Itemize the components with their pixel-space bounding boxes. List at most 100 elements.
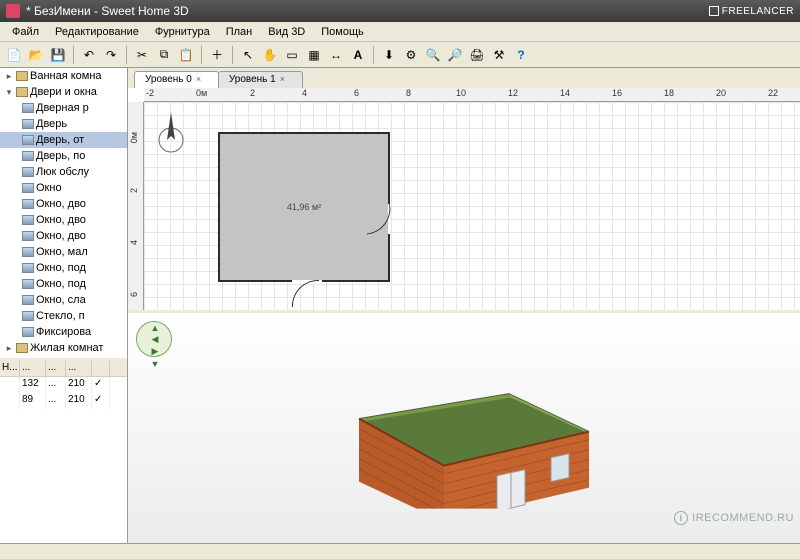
nav-down-icon[interactable]: ▼ bbox=[149, 358, 161, 370]
item-icon bbox=[22, 215, 34, 225]
catalog-item[interactable]: Дверная р bbox=[0, 100, 127, 116]
app-icon bbox=[6, 4, 20, 18]
open-button[interactable]: 📂 bbox=[26, 45, 46, 65]
3d-view[interactable]: ▲ ◀▶ ▼ bbox=[128, 313, 800, 543]
dimension-tool[interactable]: ↔ bbox=[326, 45, 346, 65]
freelancer-icon bbox=[709, 6, 719, 16]
level-tabs: Уровень 0× Уровень 1× bbox=[128, 68, 800, 88]
tool-d[interactable]: 🖨 bbox=[467, 45, 487, 65]
menu-3d[interactable]: Вид 3D bbox=[260, 24, 313, 40]
catalog-item[interactable]: Окно, под bbox=[0, 276, 127, 292]
main-area: ▸Ванная комна ▾Двери и окна Дверная р Дв… bbox=[0, 68, 800, 543]
item-icon bbox=[22, 135, 34, 145]
tool-c[interactable]: 🔎 bbox=[445, 45, 465, 65]
tab-level-1[interactable]: Уровень 1× bbox=[218, 71, 303, 88]
help-button[interactable]: ? bbox=[511, 45, 531, 65]
pan-tool[interactable]: ✋ bbox=[260, 45, 280, 65]
nav-up-icon[interactable]: ▲ bbox=[149, 322, 161, 334]
close-icon[interactable]: × bbox=[196, 74, 208, 86]
close-icon[interactable]: × bbox=[280, 74, 292, 86]
item-icon bbox=[22, 279, 34, 289]
plan-panel: Уровень 0× Уровень 1× -2 0м 2 4 6 8 10 1… bbox=[128, 68, 800, 313]
import-button[interactable]: ⬇ bbox=[379, 45, 399, 65]
table-row[interactable]: 132 ... 210 ✓ bbox=[0, 377, 127, 393]
item-icon bbox=[22, 327, 34, 337]
save-button[interactable]: 💾 bbox=[48, 45, 68, 65]
paste-button[interactable]: 📋 bbox=[176, 45, 196, 65]
catalog-item[interactable]: Окно bbox=[0, 180, 127, 196]
catalog-item[interactable]: Окно, под bbox=[0, 260, 127, 276]
catalog-item[interactable]: Дверь, по bbox=[0, 148, 127, 164]
select-tool[interactable]: ↖ bbox=[238, 45, 258, 65]
compass-icon[interactable] bbox=[156, 110, 186, 154]
folder-icon bbox=[16, 71, 28, 81]
item-icon bbox=[22, 119, 34, 129]
tool-a[interactable]: ⚙ bbox=[401, 45, 421, 65]
prefs-button[interactable]: ⚒ bbox=[489, 45, 509, 65]
item-icon bbox=[22, 311, 34, 321]
collapse-icon[interactable]: ▾ bbox=[4, 87, 14, 97]
cut-button[interactable]: ✂ bbox=[132, 45, 152, 65]
info-icon: i bbox=[674, 511, 688, 525]
catalog-item-selected[interactable]: Дверь, от bbox=[0, 132, 127, 148]
item-icon bbox=[22, 199, 34, 209]
new-button[interactable]: 📄 bbox=[4, 45, 24, 65]
nav-left-icon[interactable]: ◀ bbox=[149, 334, 161, 346]
menu-help[interactable]: Помощь bbox=[313, 24, 372, 40]
catalog-item[interactable]: Окно, дво bbox=[0, 228, 127, 244]
catalog-item[interactable]: Окно, дво bbox=[0, 212, 127, 228]
folder-icon bbox=[16, 87, 28, 97]
catalog-item[interactable]: Люк обслу bbox=[0, 164, 127, 180]
toolbar: 📄 📂 💾 ↶ ↷ ✂ ⧉ 📋 ＋ ↖ ✋ ▭ ▦ ↔ A ⬇ ⚙ 🔍 🔎 🖨 … bbox=[0, 42, 800, 68]
furniture-catalog[interactable]: ▸Ванная комна ▾Двери и окна Дверная р Дв… bbox=[0, 68, 127, 361]
add-furniture-button[interactable]: ＋ bbox=[207, 45, 227, 65]
catalog-category[interactable]: ▸Жилая комнат bbox=[0, 340, 127, 356]
item-icon bbox=[22, 263, 34, 273]
item-icon bbox=[22, 295, 34, 305]
item-icon bbox=[22, 183, 34, 193]
item-icon bbox=[22, 247, 34, 257]
item-icon bbox=[22, 151, 34, 161]
tool-b[interactable]: 🔍 bbox=[423, 45, 443, 65]
table-row[interactable]: 89 ... 210 ✓ bbox=[0, 393, 127, 409]
item-icon bbox=[22, 167, 34, 177]
text-tool[interactable]: A bbox=[348, 45, 368, 65]
room-shape[interactable]: 41,96 м² bbox=[218, 132, 390, 282]
catalog-item[interactable]: Дверь bbox=[0, 116, 127, 132]
nav-right-icon[interactable]: ▶ bbox=[149, 346, 161, 358]
3d-model[interactable] bbox=[329, 353, 599, 508]
menu-edit[interactable]: Редактирование bbox=[47, 24, 147, 40]
door-opening[interactable] bbox=[292, 280, 322, 282]
menu-bar: Файл Редактирование Фурнитура План Вид 3… bbox=[0, 22, 800, 42]
catalog-item[interactable]: Окно, сла bbox=[0, 292, 127, 308]
menu-plan[interactable]: План bbox=[218, 24, 261, 40]
3d-nav-control[interactable]: ▲ ◀▶ ▼ bbox=[136, 321, 172, 357]
door-opening[interactable] bbox=[388, 204, 390, 234]
left-panel: ▸Ванная комна ▾Двери и окна Дверная р Дв… bbox=[0, 68, 128, 543]
redo-button[interactable]: ↷ bbox=[101, 45, 121, 65]
expand-icon[interactable]: ▸ bbox=[4, 343, 14, 353]
catalog-category[interactable]: ▸Ванная комна bbox=[0, 68, 127, 84]
vertical-ruler: 0м 2 4 6 bbox=[128, 102, 144, 310]
catalog-item[interactable]: Окно, дво bbox=[0, 196, 127, 212]
menu-furniture[interactable]: Фурнитура bbox=[147, 24, 218, 40]
tab-level-0[interactable]: Уровень 0× bbox=[134, 71, 219, 88]
wall-tool[interactable]: ▭ bbox=[282, 45, 302, 65]
freelancer-badge: FREELANCER bbox=[709, 6, 794, 17]
watermark: i IRECOMMEND.RU bbox=[674, 511, 794, 525]
catalog-item[interactable]: Окно, мал bbox=[0, 244, 127, 260]
furniture-table[interactable]: Н... ... ... ... 132 ... 210 ✓ 89 ... 21… bbox=[0, 361, 127, 543]
room-tool[interactable]: ▦ bbox=[304, 45, 324, 65]
catalog-item[interactable]: Фиксирова bbox=[0, 324, 127, 340]
catalog-category[interactable]: ▾Двери и окна bbox=[0, 84, 127, 100]
expand-icon[interactable]: ▸ bbox=[4, 71, 14, 81]
folder-icon bbox=[16, 343, 28, 353]
title-bar: * БезИмени - Sweet Home 3D FREELANCER bbox=[0, 0, 800, 22]
menu-file[interactable]: Файл bbox=[4, 24, 47, 40]
copy-button[interactable]: ⧉ bbox=[154, 45, 174, 65]
room-area-label: 41,96 м² bbox=[287, 202, 321, 212]
item-icon bbox=[22, 103, 34, 113]
plan-view[interactable]: -2 0м 2 4 6 8 10 12 14 16 18 20 22 0м 2 bbox=[128, 88, 800, 310]
catalog-item[interactable]: Стекло, п bbox=[0, 308, 127, 324]
undo-button[interactable]: ↶ bbox=[79, 45, 99, 65]
